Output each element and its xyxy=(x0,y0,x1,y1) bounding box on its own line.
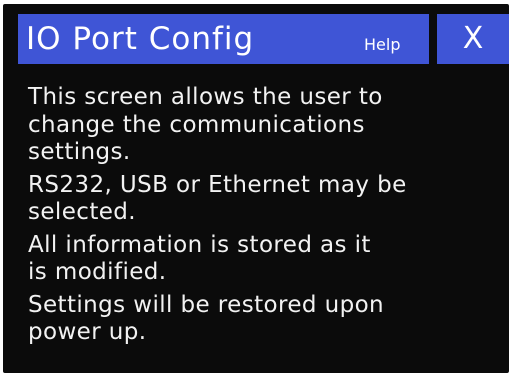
help-paragraph: This screen allows the user to change th… xyxy=(28,84,504,167)
close-button[interactable]: X xyxy=(437,14,509,64)
help-line: power up. xyxy=(28,319,147,345)
help-paragraph: RS232, USB or Ethernet may be selected. xyxy=(28,172,504,227)
help-line: selected. xyxy=(28,199,136,225)
title-bar: IO Port Config Help xyxy=(18,14,429,64)
help-line: Settings will be restored upon xyxy=(28,291,385,318)
help-line: RS232, USB or Ethernet may be xyxy=(28,171,407,198)
help-line: settings. xyxy=(28,139,131,165)
help-line: is modified. xyxy=(28,259,167,285)
help-line: All information is stored as it xyxy=(28,231,371,258)
help-line: change the communications xyxy=(28,111,365,138)
help-paragraph: All information is stored as it is modif… xyxy=(28,232,504,287)
page-title: IO Port Config xyxy=(26,21,255,57)
device-screen: IO Port Config Help X This screen allows… xyxy=(3,4,509,373)
help-button[interactable]: Help xyxy=(364,36,400,54)
help-text-body: This screen allows the user to change th… xyxy=(28,84,504,352)
help-paragraph: Settings will be restored upon power up. xyxy=(28,292,504,347)
help-line: This screen allows the user to xyxy=(28,84,383,110)
